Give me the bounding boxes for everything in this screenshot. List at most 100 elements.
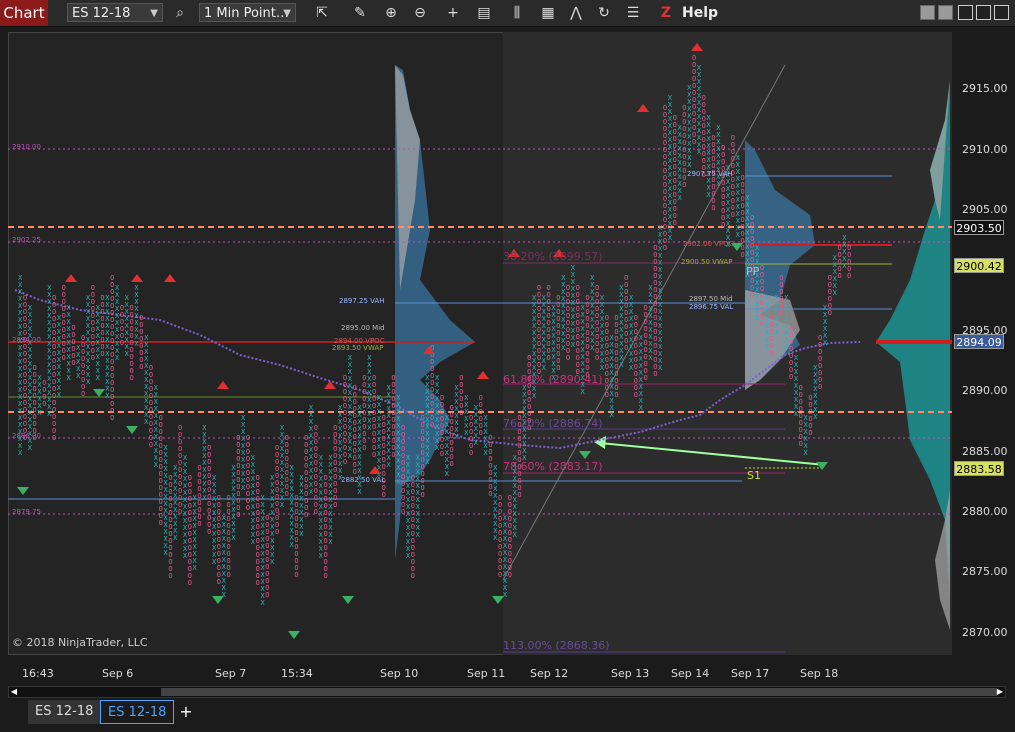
pf-o-mark: O (42, 400, 46, 408)
pf-column: OOOOOOOOOOOO (391, 374, 395, 459)
pf-o-mark: O (624, 344, 628, 352)
pf-column: OOOO (42, 379, 46, 408)
pf-column: OOOOOOOOOOOO (498, 494, 502, 579)
fib-38-label: 38.20% (2899.57) (503, 250, 603, 263)
swing-high-marker (65, 274, 77, 282)
x-tick-label: Sep 12 (530, 667, 569, 680)
swing-high-marker (131, 274, 143, 282)
pf-x-mark: X (280, 501, 285, 509)
pf-o-mark: O (246, 504, 250, 512)
pf-column: OOOOOOOOOOOO (333, 424, 337, 509)
pf-x-mark: X (503, 591, 508, 599)
pf-x-mark: X (173, 534, 178, 542)
pf-column: OOOOOOOOOOOOOOO (323, 474, 327, 580)
pf-column: OOOOOOOOOOOOO (207, 444, 211, 536)
swing-high-marker (164, 274, 176, 282)
pf-column: OOOOOOOOO (197, 464, 201, 528)
pf-column: OOOOOOOOOOOOOOOOOOOOO (663, 104, 667, 252)
pf-column: OOOOOO (770, 314, 774, 357)
pf-o-mark: O (711, 204, 715, 212)
pf-column: OOOOOOOOO (488, 434, 492, 498)
pf-column: OOOOOOOOOOOO (585, 294, 589, 379)
pf-column: OOOOOOOOOOO (644, 304, 648, 382)
chart-canvas: XXXXXXXXXXXXXXXXXXXXXXXXXXOOOOOOOOOOOOOO… (8, 43, 952, 653)
pf-column: OOOOOOOOOOO (595, 284, 599, 362)
pf-x-mark: X (639, 404, 644, 412)
pf-column: OOOOOOOOO (285, 434, 289, 498)
pf-x-mark: X (513, 531, 518, 539)
pf-x-mark: X (658, 364, 663, 372)
mid-label: 2895.00 Mid (341, 324, 385, 332)
pf-x-mark: X (299, 530, 304, 538)
swing-low-marker (579, 451, 591, 459)
pf-o-mark: O (799, 440, 803, 448)
pf-column: OOOOOOOOOOOO (304, 434, 308, 519)
pf-o-mark: O (517, 491, 521, 499)
pf-column: OOOOOOOOOOOO (382, 414, 386, 499)
val2-label: 2896.75 VAL (689, 303, 734, 311)
scroll-right-icon[interactable]: ▶ (995, 687, 1005, 697)
pf-o-mark: O (100, 350, 104, 358)
pf-column: OOOOOO (779, 274, 783, 317)
pf-o-mark: O (333, 501, 337, 509)
swing-low-marker (93, 389, 105, 397)
pf-column: OOOOOOOO (818, 334, 822, 391)
pf-x-mark: X (687, 161, 692, 169)
pf-column: OOOOOOOOOOOOO (692, 54, 696, 146)
pf-o-mark: O (430, 421, 434, 429)
pf-o-mark: O (372, 451, 376, 459)
tab-es-active[interactable]: ES 12-18 (100, 700, 175, 724)
pf-o-mark: O (227, 571, 231, 579)
pf-column: OOOOOOOOOOO (362, 374, 366, 452)
pf-column: OOOOOOOOOOO (91, 284, 95, 362)
pf-x-mark: X (328, 538, 333, 546)
swing-high-marker (637, 104, 649, 112)
pf-column: OOOOOOOOOOOOO (217, 494, 221, 586)
pf-o-mark: O (673, 219, 677, 227)
pf-column: OOOOOOOOOOOOOOOOOOOOO (52, 294, 56, 442)
fib-76-label: 76.20% (2886.74) (503, 417, 603, 430)
pf-x-mark: X (619, 361, 624, 369)
pf-o-mark: O (236, 511, 240, 519)
vpoc2-label: 2902.00 VPOC (683, 240, 734, 248)
pf-x-mark: X (474, 439, 479, 447)
scroll-left-icon[interactable]: ◀ (9, 687, 19, 697)
swing-low-marker (342, 596, 354, 604)
pf-column: OOOOOOOOOOOO (508, 494, 512, 579)
pf-o-mark: O (547, 354, 551, 362)
pf-column: OOOOOOOOOOOO (294, 494, 298, 579)
pf-column: OOOOOOOOOOOO (149, 364, 153, 449)
pf-o-mark: O (692, 138, 696, 146)
scrollbar-thumb[interactable] (161, 688, 997, 696)
pf-o-mark: O (71, 359, 75, 367)
x-tick-label: Sep 14 (671, 667, 710, 680)
pf-o-mark: O (188, 579, 192, 587)
pf-o-mark: O (130, 374, 134, 382)
pf-column: OOOOOOOOOOOO (614, 314, 618, 399)
add-tab-icon[interactable]: + (176, 700, 196, 724)
pf-column: OOOOOOOOOOOOO (537, 284, 541, 376)
swing-low-marker (212, 596, 224, 604)
pf-o-mark: O (682, 181, 686, 189)
pf-o-mark: O (294, 571, 298, 579)
swing-low-marker (288, 631, 300, 639)
pf-x-mark: X (28, 444, 33, 452)
pf-column: OOOOOO (459, 374, 463, 417)
pf-column: OOOOOOOOOOOOOOOO (188, 474, 192, 587)
time-axis[interactable]: 16:43 Sep 6 Sep 7 15:34 Sep 10 Sep 11 Se… (8, 655, 952, 685)
vah2-label: 2907.75 VAH (687, 170, 733, 178)
pf-o-mark: O (391, 451, 395, 459)
pf-column: OOOOOOOOOOOO (430, 344, 434, 429)
pf-x-mark: X (445, 470, 450, 478)
pf-o-mark: O (818, 383, 822, 391)
fib-113-label: 113.00% (2868.36) (503, 639, 610, 652)
pf-column: OOOOOOOOOOOOOOOOOOOOO (110, 274, 114, 422)
horizontal-scrollbar[interactable]: ◀ ▶ (8, 686, 1006, 698)
pf-o-mark: O (110, 414, 114, 422)
pf-o-mark: O (256, 579, 260, 587)
pf-column: OOOOOOOOOOO (547, 284, 551, 362)
pf-o-mark: O (731, 211, 735, 219)
level-label-2894: 2894.00 (12, 336, 41, 344)
tab-es-inactive[interactable]: ES 12-18 (28, 700, 101, 724)
pf-o-mark: O (304, 511, 308, 519)
